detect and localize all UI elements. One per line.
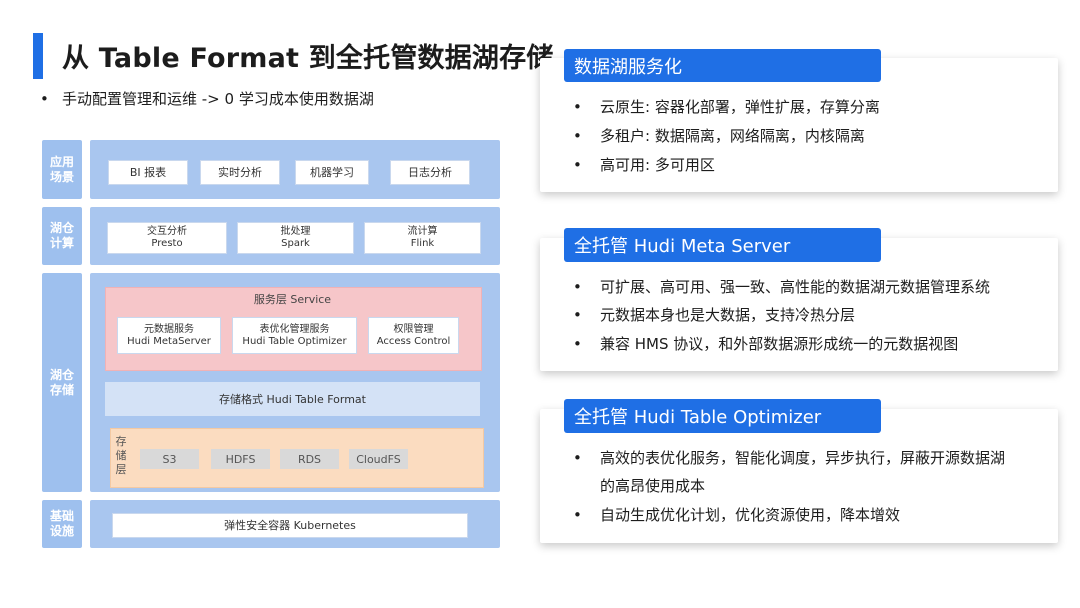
row-label-compute: 湖仓 计算 [42,207,82,265]
chip-table-optimizer-cn: 表优化管理服务 [259,323,330,335]
service-layer-label: 服务层 Service [253,293,332,306]
bullet-text: 的高昂使用成本 [600,477,706,495]
chip-table-optimizer: 表优化管理服务 Hudi Table Optimizer [232,317,357,354]
bullet-dot: • [573,506,582,524]
bullet-text: 云原生: 容器化部署，弹性扩展，存算分离 [600,98,880,116]
chip-flink-en: Flink [410,238,435,249]
chip-presto: 交互分析 Presto [107,222,227,254]
chip-access-control-en: Access Control [376,335,451,347]
bullet-text: 高可用: 多可用区 [600,156,715,174]
bullet-text: 可扩展、高可用、强一致、高性能的数据湖元数据管理系统 [600,278,991,296]
subtitle-bullet: • [40,90,49,108]
bullet-dot: • [573,278,582,296]
card-lake-service-heading: 数据湖服务化 [564,49,881,82]
bullet-text: 高效的表优化服务，智能化调度，异步执行，屏蔽开源数据湖 [600,449,1006,467]
chip-metaserver-en: Hudi MetaServer [127,335,211,347]
chip-log-analysis: 日志分析 [390,160,470,185]
bullet-text: 多租户: 数据隔离，网络隔离，内核隔离 [600,127,865,145]
row-label-storage: 湖仓 存储 [42,273,82,492]
backend-cloudfs: CloudFS [349,449,408,469]
chip-realtime-analysis: 实时分析 [200,160,280,185]
page-title: 从 Table Format 到全托管数据湖存储 [62,43,554,74]
title-accent-bar [33,33,43,79]
chip-access-control: 权限管理 Access Control [368,317,459,354]
chip-spark: 批处理 Spark [237,222,354,254]
chip-metaserver-cn: 元数据服务 [144,323,194,335]
card-meta-server-heading: 全托管 Hudi Meta Server [564,228,881,262]
chip-presto-en: Presto [151,238,183,249]
backend-rds: RDS [280,449,339,469]
row-label-app: 应用 场景 [42,140,82,199]
table-format-layer: 存储格式 Hudi Table Format [105,382,480,416]
subtitle: • 手动配置管理和运维 -> 0 学习成本使用数据湖 [40,88,374,109]
row-label-infra: 基础 设施 [42,500,82,548]
bullet-dot: • [573,156,582,174]
bullet-dot: • [573,98,582,116]
bullet-text: 自动生成优化计划，优化资源使用，降本增效 [600,506,901,524]
chip-presto-cn: 交互分析 [147,226,187,237]
chip-bi-report: BI 报表 [108,160,188,185]
chip-metaserver: 元数据服务 Hudi MetaServer [117,317,221,354]
backend-hdfs: HDFS [211,449,270,469]
bullet-text: 元数据本身也是大数据，支持冷热分层 [600,306,856,324]
chip-spark-en: Spark [281,238,310,249]
subtitle-text: 手动配置管理和运维 -> 0 学习成本使用数据湖 [62,90,374,108]
bullet-text: 兼容 HMS 协议，和外部数据源形成统一的元数据视图 [600,335,959,353]
bullet-dot: • [573,449,582,467]
chip-flink: 流计算 Flink [364,222,481,254]
chip-kubernetes: 弹性安全容器 Kubernetes [112,513,468,538]
chip-flink-cn: 流计算 [407,226,438,237]
chip-spark-cn: 批处理 [280,226,311,237]
chip-machine-learning: 机器学习 [295,160,369,185]
chip-table-optimizer-en: Hudi Table Optimizer [242,335,347,347]
backend-s3: S3 [140,449,199,469]
bullet-dot: • [573,335,582,353]
storage-layer-label: 存 储 层 [115,435,127,476]
bullet-dot: • [573,306,582,324]
card-table-optimizer-heading: 全托管 Hudi Table Optimizer [564,399,881,433]
bullet-dot: • [573,127,582,145]
chip-access-control-cn: 权限管理 [393,323,434,335]
